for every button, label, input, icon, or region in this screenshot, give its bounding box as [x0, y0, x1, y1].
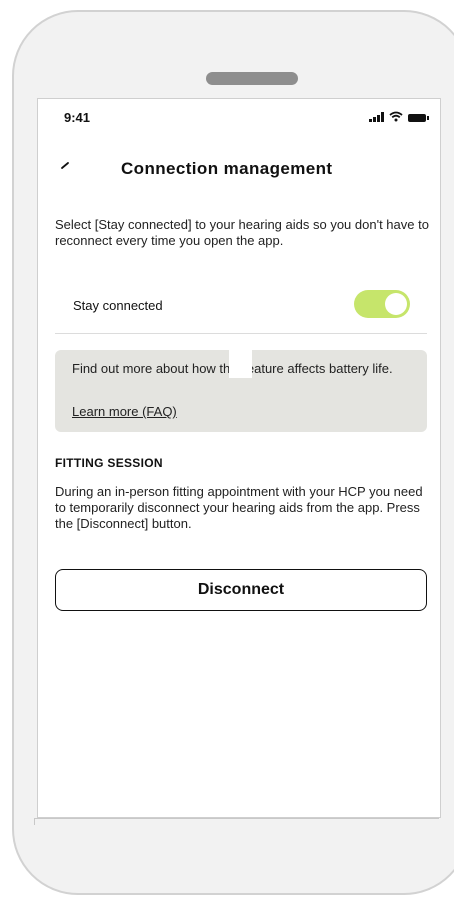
fitting-session-text: During an in-person fitting appointment … [55, 484, 423, 531]
status-time: 9:41 [64, 110, 91, 125]
intro-text: Select [Stay connected] to your hearing … [55, 217, 429, 248]
toggle-knob [385, 293, 407, 315]
status-bar: 9:41 [38, 107, 440, 127]
disconnect-button[interactable]: Disconnect [55, 569, 427, 611]
back-button[interactable] [58, 157, 82, 181]
phone-speaker [206, 72, 298, 85]
screen-shadow [34, 818, 439, 825]
info-redaction [229, 350, 252, 378]
page-title: Connection management [121, 159, 333, 178]
stay-connected-row: Stay connected [55, 286, 427, 334]
chevron-left-icon [61, 162, 69, 169]
wifi-icon [389, 111, 403, 122]
fitting-session-heading: FITTING SESSION [55, 456, 163, 470]
stay-connected-toggle[interactable] [354, 290, 410, 318]
signal-icon [369, 112, 384, 122]
app-screen: 9:41 Connection management Select [Stay … [37, 98, 441, 818]
stay-connected-label: Stay connected [73, 298, 163, 313]
learn-more-link[interactable]: Learn more (FAQ) [72, 404, 177, 419]
battery-info-box: Find out more about how this feature aff… [55, 350, 427, 432]
page-header: Connection management [38, 157, 440, 187]
battery-icon [408, 114, 429, 122]
status-icons [369, 111, 429, 122]
